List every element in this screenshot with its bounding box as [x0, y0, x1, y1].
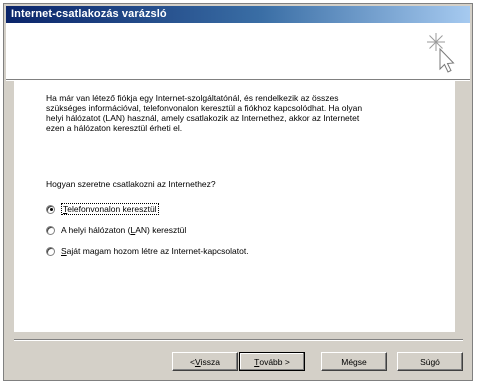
wizard-content: Ha már van létező fiókja egy Internet-sz… — [14, 80, 455, 332]
window-title: Internet-csatlakozás varázsló — [11, 8, 167, 20]
radio-phone-line[interactable] — [46, 204, 55, 214]
footer-divider — [14, 339, 463, 341]
option-manual-label: Saját magam hozom létre az Internet-kapc… — [61, 246, 249, 256]
help-button[interactable]: Súgó — [397, 352, 463, 371]
title-bar[interactable]: Internet-csatlakozás varázsló — [6, 6, 470, 23]
option-lan[interactable]: A helyi hálózaton (LAN) keresztül — [46, 223, 186, 237]
option-manual[interactable]: Saját magam hozom létre az Internet-kapc… — [46, 244, 249, 258]
back-button[interactable]: < Vissza — [172, 352, 238, 371]
wizard-cursor-sparkle-icon — [427, 33, 455, 73]
connection-question: Hogyan szeretne csatlakozni az Interneth… — [46, 179, 216, 189]
option-phone-line-label: Telefonvonalon keresztül — [61, 203, 159, 215]
radio-lan[interactable] — [46, 225, 55, 235]
next-button[interactable]: Tovább > — [239, 352, 305, 371]
option-phone-line[interactable]: Telefonvonalon keresztül — [46, 202, 159, 216]
cancel-button[interactable]: Mégse — [321, 352, 387, 371]
wizard-header — [6, 23, 470, 80]
option-lan-label: A helyi hálózaton (LAN) keresztül — [61, 225, 187, 235]
radio-manual[interactable] — [46, 246, 55, 256]
intro-text: Ha már van létező fiókja egy Internet-sz… — [46, 93, 363, 133]
